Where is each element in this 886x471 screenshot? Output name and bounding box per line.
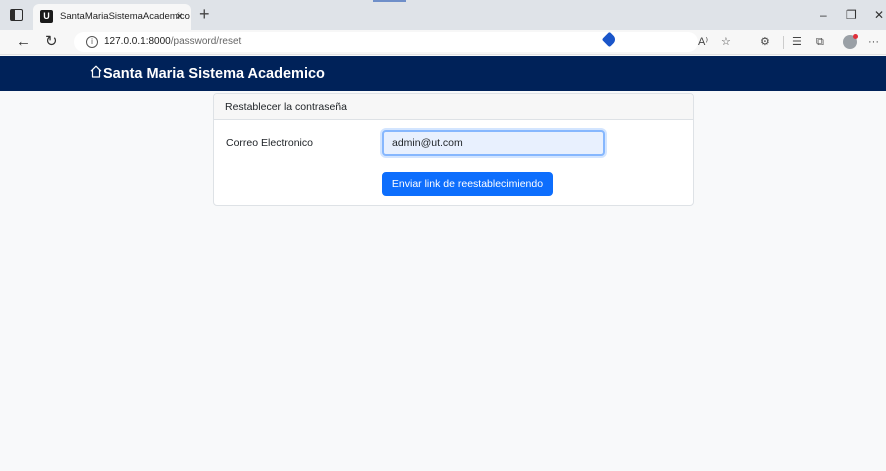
restore-button[interactable]: ❐ (846, 8, 857, 22)
close-window-button[interactable]: ✕ (874, 8, 884, 22)
back-icon[interactable]: ← (16, 33, 31, 51)
email-label: Correo Electronico (226, 137, 313, 149)
favorite-star-icon[interactable]: ☆ (721, 35, 731, 49)
tab-close-icon[interactable]: × (176, 9, 183, 23)
tab-actions-icon[interactable] (10, 9, 23, 21)
site-info-icon[interactable]: i (86, 36, 98, 48)
browser-tab[interactable]: U SantaMariaSistemaAcademico × (33, 4, 191, 30)
url-host: 127.0.0.1:8000 (104, 36, 171, 47)
card-title: Restablecer la contraseña (225, 101, 347, 113)
profile-status-dot (853, 34, 858, 39)
brand-link[interactable]: Santa Maria Sistema Academico (103, 66, 325, 82)
favicon-icon: U (40, 10, 53, 23)
home-icon[interactable] (90, 65, 102, 78)
email-input[interactable] (382, 130, 605, 156)
minimize-button[interactable]: – (820, 8, 827, 22)
tab-title: SantaMariaSistemaAcademico (60, 11, 190, 22)
more-options-icon[interactable]: ··· (868, 35, 879, 49)
card-header: Restablecer la contraseña (214, 94, 693, 120)
extensions-icon[interactable]: ⚙ (760, 35, 770, 49)
browser-tab-strip: U SantaMariaSistemaAcademico × + – ❐ ✕ (0, 0, 886, 30)
browser-toolbar: ← ↻ i 127.0.0.1:8000/password/reset A⁾ ☆… (0, 30, 886, 55)
collections-icon[interactable]: ⧉ (816, 35, 824, 49)
loading-indicator (373, 0, 406, 2)
site-navbar: Santa Maria Sistema Academico (0, 56, 886, 91)
reset-password-card: Restablecer la contraseña Correo Electro… (213, 93, 694, 206)
url-path: /password/reset (170, 36, 242, 47)
toolbar-separator (783, 36, 784, 49)
read-aloud-icon[interactable]: A⁾ (698, 35, 708, 49)
new-tab-button[interactable]: + (199, 3, 210, 25)
url-text[interactable]: 127.0.0.1:8000/password/reset (104, 36, 241, 47)
refresh-icon[interactable]: ↻ (45, 33, 58, 51)
favorites-list-icon[interactable]: ☰ (792, 35, 802, 49)
send-reset-link-button[interactable]: Enviar link de reestablecimiendo (382, 172, 553, 196)
